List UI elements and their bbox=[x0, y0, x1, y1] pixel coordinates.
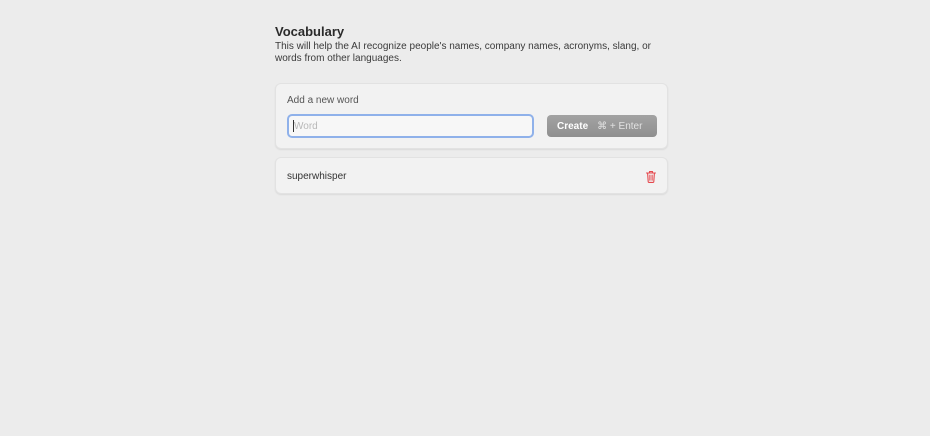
page-description: This will help the AI recognize people's… bbox=[275, 41, 651, 64]
add-word-card: Add a new word Create ⌘ + Enter bbox=[275, 83, 668, 149]
word-input-container[interactable] bbox=[287, 114, 534, 138]
word-input[interactable] bbox=[289, 116, 532, 136]
word-text: superwhisper bbox=[287, 171, 347, 182]
vocabulary-section: Vocabulary This will help the AI recogni… bbox=[275, 24, 668, 194]
add-word-label: Add a new word bbox=[287, 95, 359, 106]
create-button[interactable]: Create ⌘ + Enter bbox=[547, 115, 657, 137]
create-shortcut-hint: ⌘ + Enter bbox=[597, 120, 643, 132]
create-button-label: Create bbox=[557, 120, 589, 132]
list-item: superwhisper bbox=[275, 157, 668, 194]
trash-icon[interactable] bbox=[645, 170, 657, 183]
vocabulary-page: Vocabulary This will help the AI recogni… bbox=[0, 0, 930, 436]
text-caret bbox=[293, 120, 294, 132]
page-title: Vocabulary bbox=[275, 24, 345, 39]
